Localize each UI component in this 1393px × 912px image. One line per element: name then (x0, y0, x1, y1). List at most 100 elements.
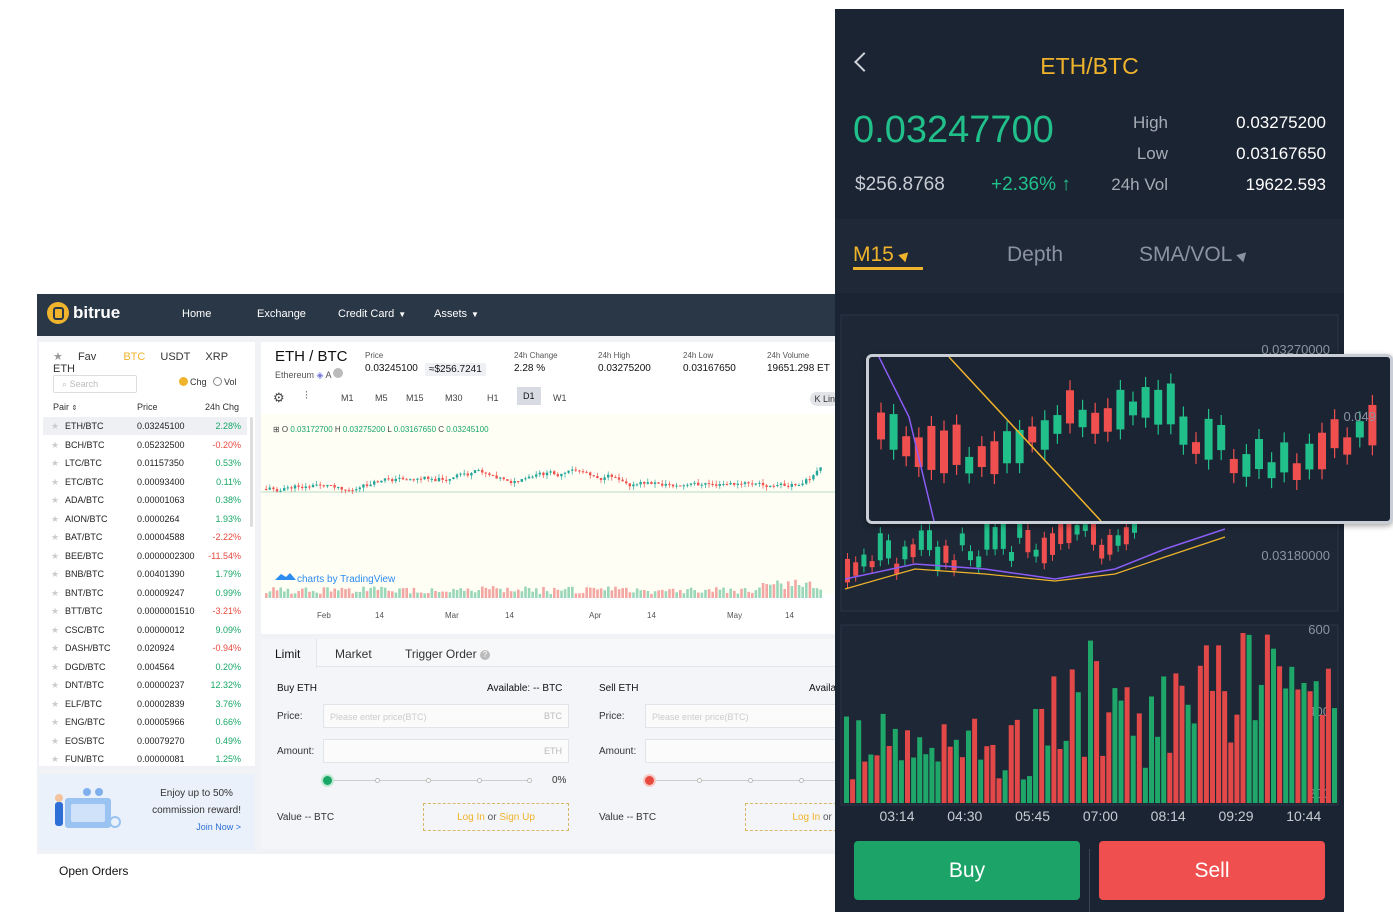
pair-row[interactable]: ★ CSC/BTC 0.00000012 9.09% (43, 621, 247, 639)
join-now-link[interactable]: Join Now > (196, 822, 241, 832)
tab-timeframe-m5[interactable]: M5 (375, 393, 388, 403)
tab-market[interactable]: Market (335, 647, 372, 661)
brand-logo[interactable]: bitrue (47, 302, 120, 324)
star-icon[interactable]: ★ (51, 606, 59, 617)
pair-symbol: ADA/BTC (65, 495, 105, 505)
tab-eth[interactable]: ETH (53, 363, 75, 375)
indicator-icon[interactable]: ⫶ (305, 390, 308, 403)
volume-bar (607, 586, 610, 598)
star-icon[interactable]: ★ (51, 662, 59, 673)
tab-timeframe-h1[interactable]: H1 (487, 393, 499, 403)
zoomed-candlestick-chart[interactable] (869, 357, 1390, 521)
kline-toggle[interactable]: K Lin (810, 392, 835, 406)
tab-trigger-order[interactable]: Trigger Order ? (405, 647, 490, 661)
nav-home[interactable]: Home (182, 308, 211, 320)
sell-percent-slider[interactable] (649, 780, 835, 781)
toggle-chg[interactable]: Chg (179, 377, 207, 387)
star-icon[interactable]: ★ (51, 588, 59, 599)
gear-icon[interactable]: ⚙ (273, 390, 285, 406)
tab-depth[interactable]: Depth (1007, 243, 1063, 267)
pair-row[interactable]: ★ FUN/BTC 0.00000081 1.25% (43, 750, 247, 768)
star-icon[interactable]: ★ (51, 458, 59, 469)
pair-row[interactable]: ★ BCH/BTC 0.05232500 -0.20% (43, 436, 247, 454)
promo-banner[interactable]: Enjoy up to 50% commission reward! Join N… (39, 774, 255, 850)
tab-fav[interactable]: ★ Fav (53, 351, 108, 363)
star-icon[interactable]: ★ (51, 421, 59, 432)
tab-m15[interactable]: M15 (853, 243, 912, 267)
star-icon[interactable]: ★ (51, 699, 59, 710)
pair-row[interactable]: ★ DASH/BTC 0.020924 -0.94% (43, 639, 247, 657)
toggle-vol[interactable]: Vol (213, 377, 237, 387)
tab-usdt[interactable]: USDT (160, 351, 190, 363)
info-icon[interactable] (333, 368, 344, 378)
pair-row[interactable]: ★ ELF/BTC 0.00002839 3.76% (43, 695, 247, 713)
sell-button[interactable]: Sell (1099, 841, 1325, 900)
tab-btc[interactable]: BTC (123, 351, 145, 363)
tab-sma-vol[interactable]: SMA/VOL (1139, 243, 1251, 267)
signup-link[interactable]: Sign Up (499, 812, 535, 823)
star-icon[interactable]: ★ (51, 643, 59, 654)
star-icon[interactable]: ★ (51, 440, 59, 451)
star-icon[interactable]: ★ (51, 625, 59, 636)
pair-row[interactable]: ★ BNT/BTC 0.00009247 0.99% (43, 584, 247, 602)
buy-button[interactable]: Buy (854, 841, 1080, 900)
star-icon[interactable]: ★ (51, 569, 59, 580)
pair-row[interactable]: ★ BAT/BTC 0.00004588 -2.22% (43, 528, 247, 546)
star-icon[interactable]: ★ (51, 514, 59, 525)
pair-search-input[interactable]: ⌕ Search (53, 375, 137, 393)
volume-bar (643, 589, 646, 598)
pair-row[interactable]: ★ DNT/BTC 0.00000237 12.32% (43, 676, 247, 694)
pair-row[interactable]: ★ EOS/BTC 0.00079270 0.49% (43, 732, 247, 750)
pair-row[interactable]: ★ ETH/BTC 0.03245100 2.28% (43, 417, 247, 435)
pair-row[interactable]: ★ DGD/BTC 0.004564 0.20% (43, 658, 247, 676)
star-icon[interactable]: ★ (51, 717, 59, 728)
pair-row[interactable]: ★ AION/BTC 0.0000264 1.93% (43, 510, 247, 528)
slider-tick[interactable] (477, 778, 482, 783)
candle (1000, 521, 1006, 549)
pair-row[interactable]: ★ ETC/BTC 0.00093400 0.11% (43, 473, 247, 491)
pair-row[interactable]: ★ ADA/BTC 0.00001063 0.38% (43, 491, 247, 509)
tab-timeframe-m30[interactable]: M30 (445, 393, 463, 403)
slider-tick[interactable] (375, 778, 380, 783)
slider-tick[interactable] (697, 778, 702, 783)
tab-xrp[interactable]: XRP (205, 351, 228, 363)
nav-credit-card[interactable]: Credit Card ▼ (338, 308, 406, 320)
star-icon[interactable]: ★ (51, 754, 59, 765)
star-icon[interactable]: ★ (51, 680, 59, 691)
nav-exchange[interactable]: Exchange (257, 308, 306, 320)
pair-row[interactable]: ★ LTC/BTC 0.01157350 0.53% (43, 454, 247, 472)
expand-icon[interactable]: ⊞ (273, 425, 280, 434)
list-scrollbar[interactable] (250, 417, 253, 527)
tab-limit[interactable]: Limit (261, 639, 317, 668)
star-icon[interactable]: ★ (51, 477, 59, 488)
slider-tick[interactable] (748, 778, 753, 783)
tab-timeframe-d1[interactable]: D1 (517, 387, 541, 405)
star-icon[interactable]: ★ (51, 495, 59, 506)
login-link[interactable]: Log In (792, 812, 820, 823)
desktop-candlestick-chart[interactable]: charts by TradingView Feb 14 Mar 14 Apr 14 May 1… (261, 414, 835, 634)
col-pair[interactable]: Pair ⇕ (53, 402, 77, 412)
nav-assets[interactable]: Assets ▼ (434, 308, 479, 320)
help-icon[interactable]: ? (479, 650, 490, 660)
login-link[interactable]: Log In (457, 812, 485, 823)
buy-amount-input[interactable]: ETH (323, 739, 569, 763)
tab-timeframe-m1[interactable]: M1 (341, 393, 354, 403)
mobile-usd-price: $256.8768 (855, 174, 945, 195)
sell-price-input[interactable]: Please enter price(BTC) (645, 704, 835, 728)
star-icon[interactable]: ★ (51, 736, 59, 747)
sell-amount-input[interactable] (645, 739, 835, 763)
tab-timeframe-m15[interactable]: M15 (406, 393, 424, 403)
buy-price-input[interactable]: Please enter price(BTC) BTC (323, 704, 569, 728)
pair-row[interactable]: ★ BNB/BTC 0.00401390 1.79% (43, 565, 247, 583)
star-icon[interactable]: ★ (51, 532, 59, 543)
pair-row[interactable]: ★ BEE/BTC 0.0000002300 -11.54% (43, 547, 247, 565)
buy-slider-knob[interactable] (323, 776, 332, 785)
slider-tick[interactable] (799, 778, 804, 783)
slider-tick[interactable] (527, 778, 532, 783)
pair-row[interactable]: ★ BTT/BTC 0.0000001510 -3.21% (43, 602, 247, 620)
star-icon[interactable]: ★ (51, 551, 59, 562)
pair-row[interactable]: ★ ENG/BTC 0.00005966 0.66% (43, 713, 247, 731)
sell-slider-knob[interactable] (645, 776, 654, 785)
slider-tick[interactable] (426, 778, 431, 783)
tab-timeframe-w1[interactable]: W1 (553, 393, 567, 403)
